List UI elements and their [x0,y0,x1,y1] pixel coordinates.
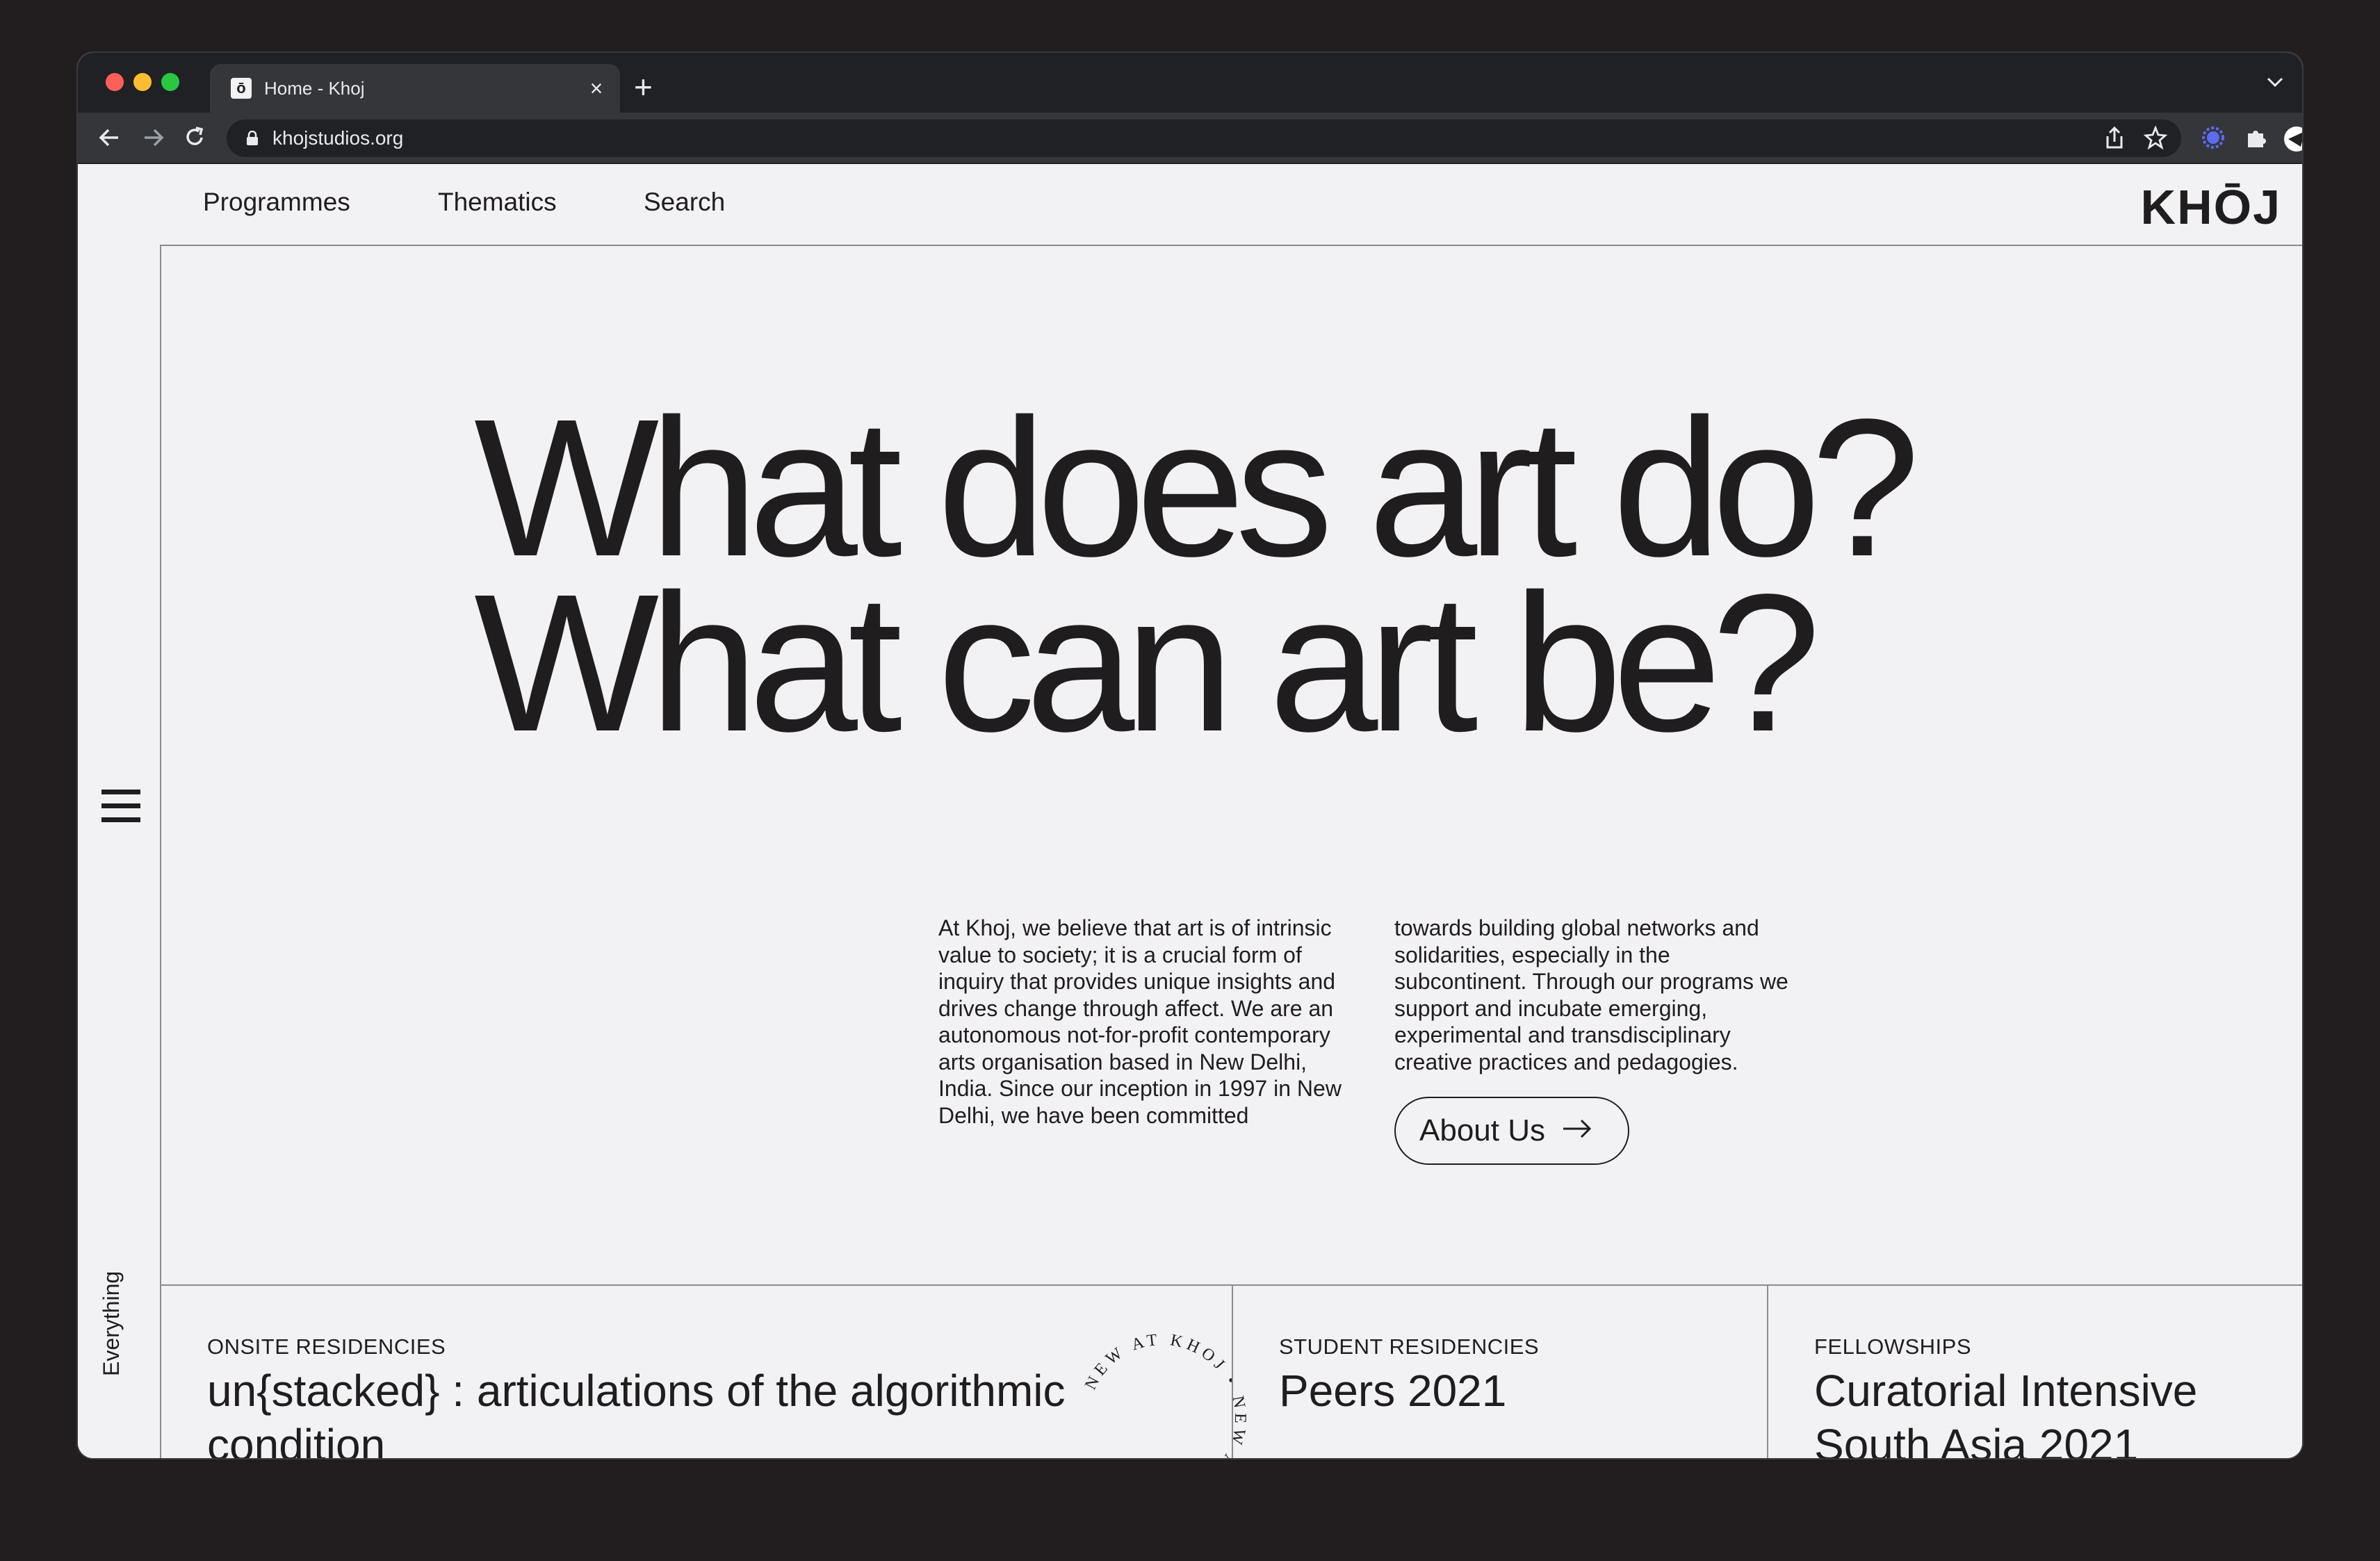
lock-icon[interactable] [246,130,259,146]
khoj-logo[interactable]: KHŌJ [2141,179,2281,235]
hero-line-2: What can art be? [474,553,1821,772]
reload-icon[interactable] [182,122,207,160]
programme-card-onsite[interactable]: ONSITE RESIDENCIES un{stacked} : articul… [161,1286,1245,1458]
about-text-col-1: At Khoj, we believe that art is of intri… [938,915,1342,1128]
card-title: Peers 2021 [1279,1366,1507,1416]
browser-toolbar: khojstudios.org [78,113,2302,164]
stamp-text: NEW AT KHOJ • NEW AT KHOJ • [1082,1331,1245,1458]
nav-programmes[interactable]: Programmes [203,188,350,217]
arrow-right-icon [1560,1113,1594,1148]
new-tab-icon[interactable]: + [634,68,653,106]
nav-thematics[interactable]: Thematics [438,188,557,217]
everything-sidebar-link[interactable]: Everything [99,1237,124,1376]
webpage: Programmes Thematics Search KHŌJ What do… [78,164,2302,1458]
about-us-label: About Us [1419,1113,1545,1147]
khoj-favicon-icon: ō [231,78,252,99]
nav-search[interactable]: Search [644,188,725,217]
close-window-button[interactable] [106,73,124,91]
hero-line-1: What does art do? [474,378,1920,597]
card-title: un{stacked} : articulations of the algor… [207,1366,1066,1458]
url-text: khojstudios.org [272,127,404,149]
svg-text:NEW AT KHOJ • NEW AT KHOJ •: NEW AT KHOJ • NEW AT KHOJ • [1082,1331,1249,1458]
profile-icon[interactable] [2283,125,2302,158]
hamburger-menu-icon[interactable] [101,790,140,824]
card-title: Curatorial Intensive South Asia 2021 [1814,1366,2198,1458]
card-category: ONSITE RESIDENCIES [207,1334,446,1359]
card-category: STUDENT RESIDENCIES [1279,1334,1540,1359]
about-us-button[interactable]: About Us [1394,1097,1629,1165]
puzzle-icon[interactable] [2244,125,2269,156]
tab-home-khoj[interactable]: ō Home - Khoj × [210,64,620,113]
minimize-window-button[interactable] [133,73,152,91]
close-tab-icon[interactable]: × [582,76,610,101]
card-category: FELLOWSHIPS [1814,1334,1971,1359]
tab-strip: ō Home - Khoj × + [78,53,2302,113]
browser-window: ō Home - Khoj × + khojstudios.org Progra… [78,53,2302,1458]
back-icon[interactable] [97,122,122,160]
forward-icon[interactable] [140,122,165,160]
tab-title: Home - Khoj [264,77,365,99]
address-bar[interactable]: khojstudios.org [227,120,2181,157]
zoom-window-button[interactable] [161,73,179,91]
programme-card-fellowships[interactable]: FELLOWSHIPS Curatorial Intensive South A… [1767,1286,2302,1458]
hero-headline: What does art do? What can art be? [474,378,1920,772]
programme-card-student[interactable]: STUDENT RESIDENCIES Peers 2021 [1232,1286,1767,1458]
tab-search-chevron-icon[interactable] [2266,71,2284,92]
share-icon[interactable] [2103,125,2126,158]
programme-cards-row: ONSITE RESIDENCIES un{stacked} : articul… [160,1284,2302,1458]
about-text-col-2: towards building global networks and sol… [1394,915,1788,1074]
extension-gear-icon[interactable] [2201,125,2226,156]
star-icon[interactable] [2143,125,2168,158]
new-at-khoj-stamp: NEW AT KHOJ • NEW AT KHOJ • [1082,1331,1249,1458]
